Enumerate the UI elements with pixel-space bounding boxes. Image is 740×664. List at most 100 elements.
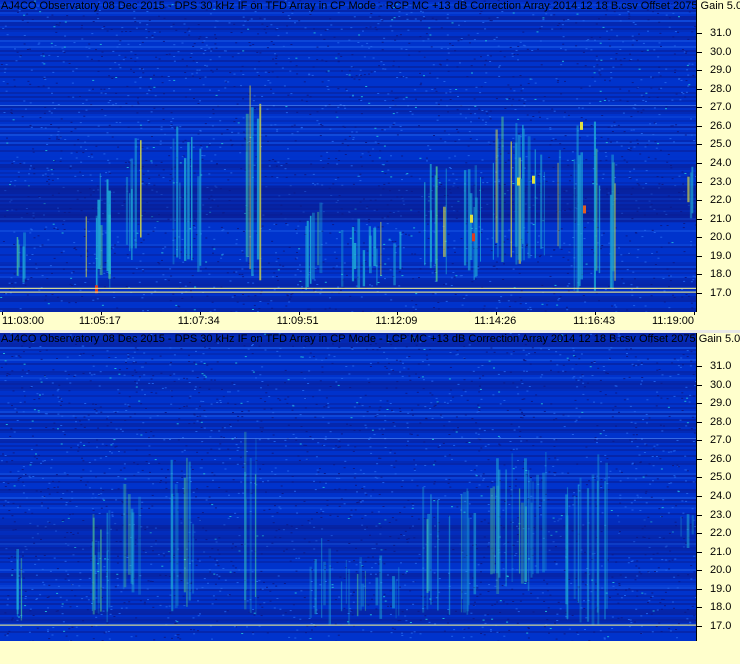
- noise-speckle: [337, 106, 340, 108]
- noise-speckle: [685, 480, 687, 482]
- noise-speckle: [45, 226, 48, 228]
- noise-speckle: [360, 96, 363, 98]
- noise-speckle: [365, 27, 368, 29]
- noise-speckle: [88, 487, 91, 489]
- noise-speckle: [691, 605, 694, 607]
- noise-speckle: [212, 479, 214, 481]
- noise-speckle: [601, 587, 604, 589]
- noise-speckle: [26, 49, 29, 50]
- noise-speckle: [53, 557, 56, 559]
- noise-speckle: [380, 61, 383, 63]
- noise-speckle: [344, 154, 347, 155]
- noise-speckle: [204, 50, 207, 51]
- noise-speckle: [546, 118, 549, 120]
- noise-speckle: [647, 156, 650, 158]
- noise-speckle: [4, 380, 7, 382]
- noise-speckle: [389, 590, 392, 592]
- noise-speckle: [46, 167, 49, 169]
- noise-speckle: [266, 26, 269, 27]
- noise-speckle: [101, 109, 104, 111]
- noise-speckle: [412, 603, 415, 605]
- noise-speckle: [376, 477, 379, 479]
- noise-speckle: [659, 75, 662, 77]
- noise-speckle: [377, 143, 380, 145]
- noise-speckle: [119, 469, 122, 471]
- noise-speckle: [151, 136, 153, 137]
- noise-speckle: [496, 601, 499, 603]
- noise-speckle: [90, 569, 93, 571]
- noise-speckle: [601, 245, 604, 246]
- noise-speckle: [586, 399, 589, 401]
- noise-speckle: [28, 48, 31, 50]
- noise-speckle: [490, 630, 492, 632]
- noise-speckle: [472, 618, 475, 620]
- noise-speckle: [464, 21, 466, 22]
- noise-speckle: [233, 295, 236, 296]
- noise-band: [0, 148, 696, 150]
- noise-speckle: [56, 228, 59, 230]
- noise-speckle: [337, 88, 340, 90]
- noise-speckle: [520, 290, 523, 292]
- noise-speckle: [148, 121, 151, 123]
- noise-speckle: [237, 122, 240, 124]
- y-tick-label: 23.0: [710, 175, 732, 188]
- noise-speckle: [164, 575, 167, 576]
- noise-speckle: [272, 92, 275, 94]
- emission-streak: [249, 85, 251, 270]
- noise-speckle: [164, 246, 167, 248]
- noise-speckle: [369, 362, 372, 364]
- noise-speckle: [40, 462, 42, 464]
- noise-speckle: [671, 507, 674, 509]
- noise-speckle: [647, 602, 649, 604]
- noise-speckle: [11, 283, 13, 284]
- noise-speckle: [539, 27, 542, 29]
- noise-speckle: [80, 146, 82, 148]
- noise-speckle: [198, 69, 201, 71]
- noise-speckle: [548, 349, 550, 350]
- noise-speckle: [343, 127, 346, 128]
- noise-speckle: [127, 257, 130, 259]
- noise-speckle: [216, 163, 218, 165]
- noise-speckle: [351, 131, 354, 133]
- noise-speckle: [475, 585, 478, 587]
- noise-speckle: [474, 105, 477, 107]
- noise-band: [0, 629, 696, 631]
- noise-speckle: [272, 583, 275, 585]
- noise-speckle: [545, 13, 548, 15]
- noise-speckle: [170, 112, 173, 114]
- noise-speckle: [129, 416, 132, 418]
- noise-speckle: [670, 482, 673, 484]
- noise-speckle: [69, 167, 72, 169]
- noise-speckle: [348, 74, 351, 76]
- noise-speckle: [199, 36, 202, 38]
- noise-speckle: [155, 392, 158, 394]
- noise-speckle: [549, 360, 552, 362]
- emission-streak: [501, 116, 504, 263]
- noise-speckle: [562, 414, 565, 416]
- noise-speckle: [127, 161, 130, 163]
- noise-speckle: [484, 124, 487, 125]
- noise-speckle: [359, 180, 362, 182]
- noise-speckle: [3, 353, 5, 354]
- noise-speckle: [251, 370, 254, 372]
- noise-speckle: [6, 604, 9, 606]
- noise-speckle: [259, 293, 262, 295]
- noise-speckle: [405, 77, 408, 79]
- noise-speckle: [286, 402, 289, 404]
- noise-band: [0, 379, 696, 381]
- noise-speckle: [301, 286, 303, 288]
- noise-speckle: [90, 58, 93, 60]
- noise-speckle: [409, 111, 412, 112]
- noise-speckle: [543, 579, 546, 581]
- noise-speckle: [195, 496, 197, 498]
- noise-speckle: [132, 71, 135, 73]
- noise-speckle: [643, 452, 646, 453]
- emission-streak: [527, 136, 531, 259]
- noise-speckle: [286, 294, 289, 296]
- noise-speckle: [76, 605, 79, 607]
- noise-speckle: [572, 350, 575, 352]
- noise-speckle: [419, 84, 422, 86]
- noise-speckle: [435, 90, 438, 92]
- noise-speckle: [537, 174, 540, 176]
- noise-speckle: [655, 456, 658, 457]
